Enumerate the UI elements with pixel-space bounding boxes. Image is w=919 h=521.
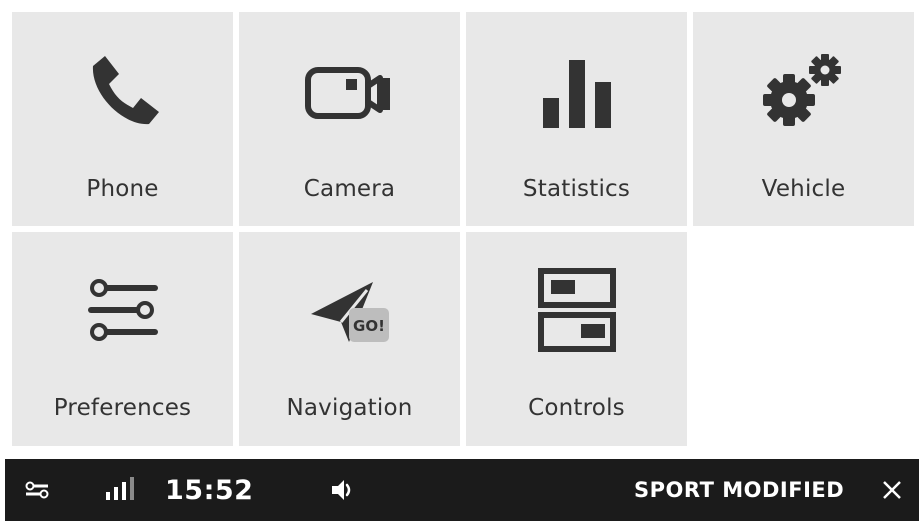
app-grid: Phone Camera Statistics Vehicle Preferen…	[12, 12, 916, 450]
signal-strength-icon	[104, 459, 136, 521]
phone-icon	[12, 52, 233, 132]
bar-chart-icon	[466, 52, 687, 132]
volume-icon[interactable]	[330, 459, 356, 521]
app-screen: Phone Camera Statistics Vehicle Preferen…	[0, 0, 919, 521]
clock-time: 15:52	[165, 474, 254, 506]
tile-controls-label: Controls	[528, 395, 625, 421]
sliders-icon	[12, 270, 233, 350]
tile-statistics-label: Statistics	[522, 176, 631, 202]
tile-camera[interactable]: Camera	[239, 12, 460, 226]
tile-phone[interactable]: Phone	[12, 12, 233, 226]
settings-sliders-icon[interactable]	[25, 459, 49, 521]
tile-vehicle-label: Vehicle	[761, 176, 846, 202]
tile-controls[interactable]: Controls	[466, 232, 687, 446]
tile-camera-label: Camera	[303, 176, 396, 202]
tile-statistics[interactable]: Statistics	[466, 12, 687, 226]
status-bar: 15:52 SPORT MODIFIED	[5, 459, 919, 521]
close-icon[interactable]	[881, 459, 903, 521]
tile-preferences-label: Preferences	[53, 395, 192, 421]
svg-text:GO!: GO!	[353, 317, 385, 335]
paper-plane-go-icon: GO!	[239, 270, 460, 350]
drive-mode-label[interactable]: SPORT MODIFIED	[634, 459, 844, 521]
gears-icon	[693, 52, 914, 132]
tile-vehicle[interactable]: Vehicle	[693, 12, 914, 226]
camera-icon	[239, 52, 460, 132]
tile-preferences[interactable]: Preferences	[12, 232, 233, 446]
toggle-switches-icon	[466, 268, 687, 352]
tile-navigation[interactable]: GO! Navigation	[239, 232, 460, 446]
tile-phone-label: Phone	[86, 176, 159, 202]
tile-navigation-label: Navigation	[286, 395, 413, 421]
